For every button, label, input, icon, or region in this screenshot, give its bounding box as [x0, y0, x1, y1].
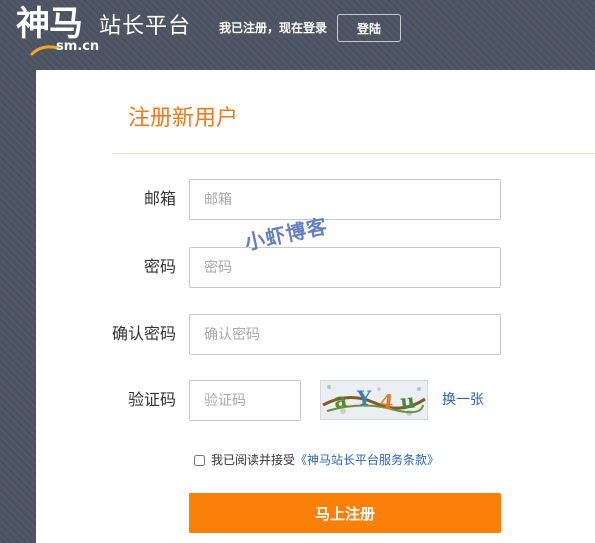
email-label: 邮箱 — [143, 189, 176, 208]
title-divider — [112, 153, 595, 154]
captcha-noise: a Y 4 u — [321, 381, 427, 419]
logo-domain: sm.cn — [56, 39, 100, 54]
agree-text: 我已阅读并接受 — [211, 453, 296, 467]
terms-link[interactable]: 《神马站长平台服务条款》 — [295, 452, 439, 468]
login-prompt: 我已注册，现在登录 — [219, 21, 328, 35]
confirm-password-field[interactable] — [189, 314, 501, 355]
page-title: 注册新用户 — [128, 106, 239, 131]
captcha-label: 验证码 — [127, 390, 176, 409]
terms-agreement: 我已阅读并接受 《神马站长平台服务条款》 — [194, 451, 439, 469]
captcha-image[interactable]: a Y 4 u — [320, 380, 428, 420]
password-label: 密码 — [143, 257, 176, 276]
logo-brand-text: 神马 — [16, 4, 83, 44]
login-button[interactable]: 登陆 — [337, 14, 401, 42]
register-button[interactable]: 马上注册 — [189, 493, 501, 533]
top-bar: 神马 sm.cn 站长平台 我已注册，现在登录 登陆 — [0, 0, 595, 70]
site-name: 站长平台 — [99, 14, 192, 39]
captcha-glyph-2: Y — [356, 386, 372, 410]
register-panel: 注册新用户 邮箱 密码 确认密码 验证码 a Y 4 u 换一张 我已阅读并接受… — [36, 70, 595, 543]
captcha-input[interactable] — [189, 380, 301, 421]
email-field[interactable] — [189, 179, 501, 220]
captcha-glyph-4: u — [399, 389, 416, 414]
password-field[interactable] — [189, 247, 501, 288]
site-logo[interactable]: 神马 sm.cn 站长平台 — [16, 4, 206, 62]
captcha-refresh-link[interactable]: 换一张 — [442, 390, 484, 410]
confirm-password-label: 确认密码 — [111, 324, 176, 343]
terms-checkbox[interactable] — [194, 454, 205, 466]
captcha-glyph-3: 4 — [378, 389, 394, 414]
